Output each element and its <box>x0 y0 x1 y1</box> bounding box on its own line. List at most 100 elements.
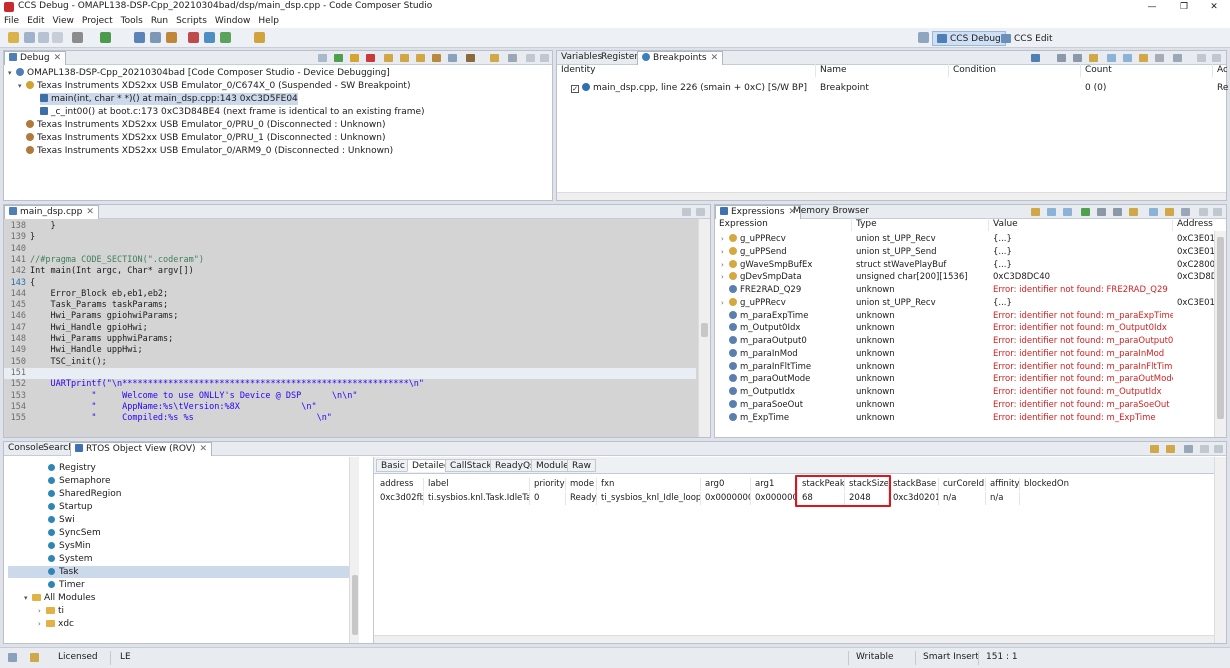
tree-item-syncsem[interactable]: SyncSem <box>48 527 101 539</box>
tab-basic[interactable]: Basic <box>376 459 410 472</box>
debug-tree-pru1[interactable]: Texas Instruments XDS2xx USB Emulator_0/… <box>26 132 386 144</box>
tree-item-semaphore[interactable]: Semaphore <box>48 475 111 487</box>
expression-row[interactable]: ›g_uPPRecv union st_UPP_Recv {...} 0xC3E014 <box>715 233 1215 246</box>
expression-row[interactable]: m_paraOutput0 unknown Error: identifier no… <box>715 335 1214 348</box>
tab-memory-browser[interactable]: Memory Browser <box>789 205 873 219</box>
expression-row[interactable]: m_ExpTime unknown Error: identifier not fo… <box>715 412 1214 425</box>
horizontal-scrollbar[interactable] <box>374 635 1214 643</box>
chevron-down-icon[interactable]: ▾ <box>8 67 16 79</box>
tree-item-xdc[interactable]: › xdc <box>38 618 74 630</box>
tree-item-sysmin[interactable]: SysMin <box>48 540 91 552</box>
debug-tree-project[interactable]: ▾ OMAPL138-DSP-Cpp_20210304bad [Code Comp… <box>8 67 390 79</box>
tab-raw[interactable]: Raw <box>567 459 596 472</box>
close-button[interactable]: ✕ <box>1198 0 1230 14</box>
scrollbar-thumb[interactable] <box>701 323 708 337</box>
chevron-right-icon[interactable]: › <box>721 259 729 272</box>
chevron-right-icon[interactable]: › <box>721 233 729 246</box>
editor-vertical-scrollbar[interactable] <box>698 219 710 437</box>
debug-tree-frame-main[interactable]: main(int, char * *)() at main_dsp.cpp:14… <box>40 93 298 105</box>
tab-main-dsp-cpp[interactable]: main_dsp.cpp ✕ <box>4 205 99 219</box>
view-menu-icon[interactable] <box>1184 445 1193 453</box>
menu-project[interactable]: Project <box>78 14 117 28</box>
resume-icon[interactable] <box>334 54 343 62</box>
pin-icon[interactable] <box>1149 208 1158 216</box>
minimize-button[interactable]: — <box>1136 0 1168 14</box>
column-header-fxn[interactable]: fxn <box>597 478 701 491</box>
minimize-view-icon[interactable] <box>1197 54 1206 62</box>
column-header-label[interactable]: label <box>424 478 530 491</box>
close-icon[interactable]: ✕ <box>200 444 208 454</box>
perspective-ccs-debug[interactable]: CCS Debug <box>932 31 1006 46</box>
chevron-right-icon[interactable]: › <box>721 297 729 310</box>
new-breakpoint-icon[interactable] <box>1031 54 1040 62</box>
menu-window[interactable]: Window <box>211 14 255 28</box>
chevron-down-icon[interactable]: ▾ <box>24 592 32 604</box>
export-icon[interactable] <box>1031 208 1040 216</box>
expression-row[interactable]: › gWaveSmpBufEx struct stWavePlayBuf {...} 0… <box>715 259 1215 272</box>
column-header-count[interactable]: Count <box>1081 64 1213 77</box>
expressions-vertical-scrollbar[interactable] <box>1214 231 1226 437</box>
show-supported-icon[interactable] <box>1089 54 1098 62</box>
expression-row[interactable]: m_paraInMod unknown Error: identifier not … <box>715 348 1214 361</box>
tree-item-swi[interactable]: Swi <box>48 514 75 526</box>
debug-tree-c674x[interactable]: ▾ Texas Instruments XDS2xx USB Emulator_0… <box>18 80 410 92</box>
close-icon[interactable]: ✕ <box>86 207 94 217</box>
breakpoint-row[interactable]: ✓ main_dsp.cpp, line 226 (smain + 0xC) [S… <box>571 82 807 94</box>
run-icon[interactable] <box>220 32 231 43</box>
column-header-arg1[interactable]: arg1 <box>751 478 798 491</box>
step-return-icon[interactable] <box>416 54 425 62</box>
column-header-mode[interactable]: mode <box>566 478 597 491</box>
pause-refresh-icon[interactable] <box>1150 445 1159 453</box>
expand-icon[interactable] <box>1063 208 1072 216</box>
chevron-right-icon[interactable]: › <box>38 605 46 617</box>
column-header-address[interactable]: Address <box>1173 218 1215 231</box>
refresh-icon[interactable] <box>1129 208 1138 216</box>
column-header-stackbase[interactable]: stackBase <box>889 478 939 491</box>
tree-item-registry[interactable]: Registry <box>48 462 96 474</box>
menu-tools[interactable]: Tools <box>117 14 147 28</box>
tree-item-all-modules[interactable]: ▾ All Modules <box>24 592 95 604</box>
tree-item-task[interactable]: Task <box>8 566 358 578</box>
code-editor[interactable]: 138 } 139} 140 141//#pragma CODE_SECTION… <box>4 219 710 437</box>
debug-tree-arm9[interactable]: Texas Instruments XDS2xx USB Emulator_0/… <box>26 145 393 157</box>
collapse-all-icon[interactable] <box>1047 208 1056 216</box>
menu-file[interactable]: File <box>0 14 23 28</box>
open-perspective-icon[interactable] <box>918 32 929 43</box>
tree-item-system[interactable]: System <box>48 553 93 565</box>
column-header-expression[interactable]: Expression <box>715 218 852 231</box>
reset-icon[interactable] <box>448 54 457 62</box>
expression-row[interactable]: ›g_uPPSend union st_UPP_Send {...} 0xC3E012 <box>715 246 1215 259</box>
expand-all-icon[interactable] <box>1107 54 1116 62</box>
expression-row[interactable]: ›g_uPPRecv union st_UPP_Recv {...} 0xC3E014 <box>715 297 1215 310</box>
breakpoint-enabled-checkbox[interactable]: ✓ <box>571 85 579 93</box>
scrollbar-thumb[interactable] <box>352 575 358 635</box>
link-icon[interactable] <box>1139 54 1148 62</box>
remove-expression-icon[interactable] <box>1097 208 1106 216</box>
build-icon[interactable] <box>72 32 83 43</box>
restart-icon[interactable] <box>466 54 475 62</box>
menu-run[interactable]: Run <box>147 14 172 28</box>
maximize-view-icon[interactable] <box>540 54 549 62</box>
flash-icon[interactable] <box>166 32 177 43</box>
save-all-icon[interactable] <box>38 32 49 43</box>
skip-breakpoints-icon[interactable] <box>1155 54 1164 62</box>
chevron-right-icon[interactable]: › <box>38 618 46 630</box>
column-header-name[interactable]: Name <box>816 64 949 77</box>
print-icon[interactable] <box>52 32 63 43</box>
collapse-all-icon[interactable] <box>1123 54 1132 62</box>
tree-item-timer[interactable]: Timer <box>48 579 85 591</box>
expression-row[interactable]: m_paraExpTime unknown Error: identifier no… <box>715 310 1214 323</box>
step-over-icon[interactable] <box>400 54 409 62</box>
expression-row[interactable]: m_Output0Idx unknown Error: identifier not… <box>715 322 1214 335</box>
assembly-step-icon[interactable] <box>432 54 441 62</box>
search-icon[interactable] <box>254 32 265 43</box>
maximize-view-icon[interactable] <box>1212 54 1221 62</box>
new-icon[interactable] <box>8 32 19 43</box>
remove-all-icon[interactable] <box>1113 208 1122 216</box>
expression-row[interactable]: › gDevSmpData unsigned char[200][1536] 0xC3… <box>715 271 1215 284</box>
memory-icon[interactable] <box>134 32 145 43</box>
debug-tree-frame-cinit[interactable]: _c_int00() at boot.c:173 0xC3D84BE4 (nex… <box>40 106 425 118</box>
tree-item-startup[interactable]: Startup <box>48 501 92 513</box>
remove-terminated-icon[interactable] <box>318 54 327 62</box>
expression-row[interactable]: m_paraSoeOut unknown Error: identifier not… <box>715 399 1214 412</box>
